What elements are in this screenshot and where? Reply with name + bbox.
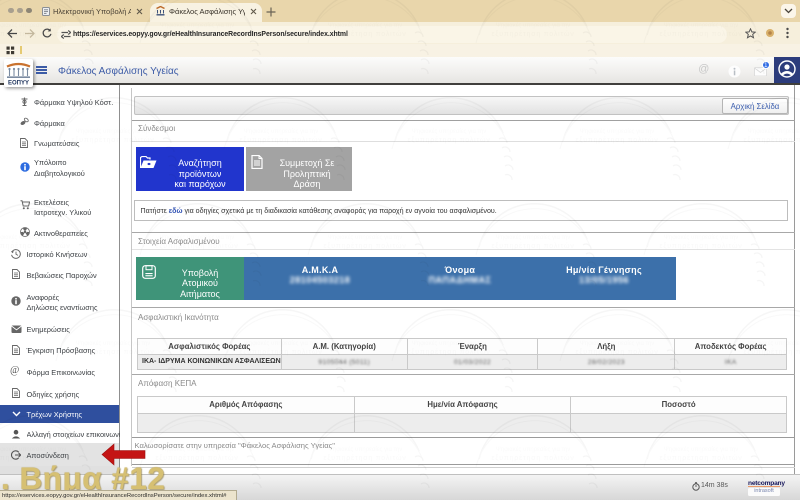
svg-text:ΕΟΠΥΥ: ΕΟΠΥΥ <box>8 81 29 87</box>
